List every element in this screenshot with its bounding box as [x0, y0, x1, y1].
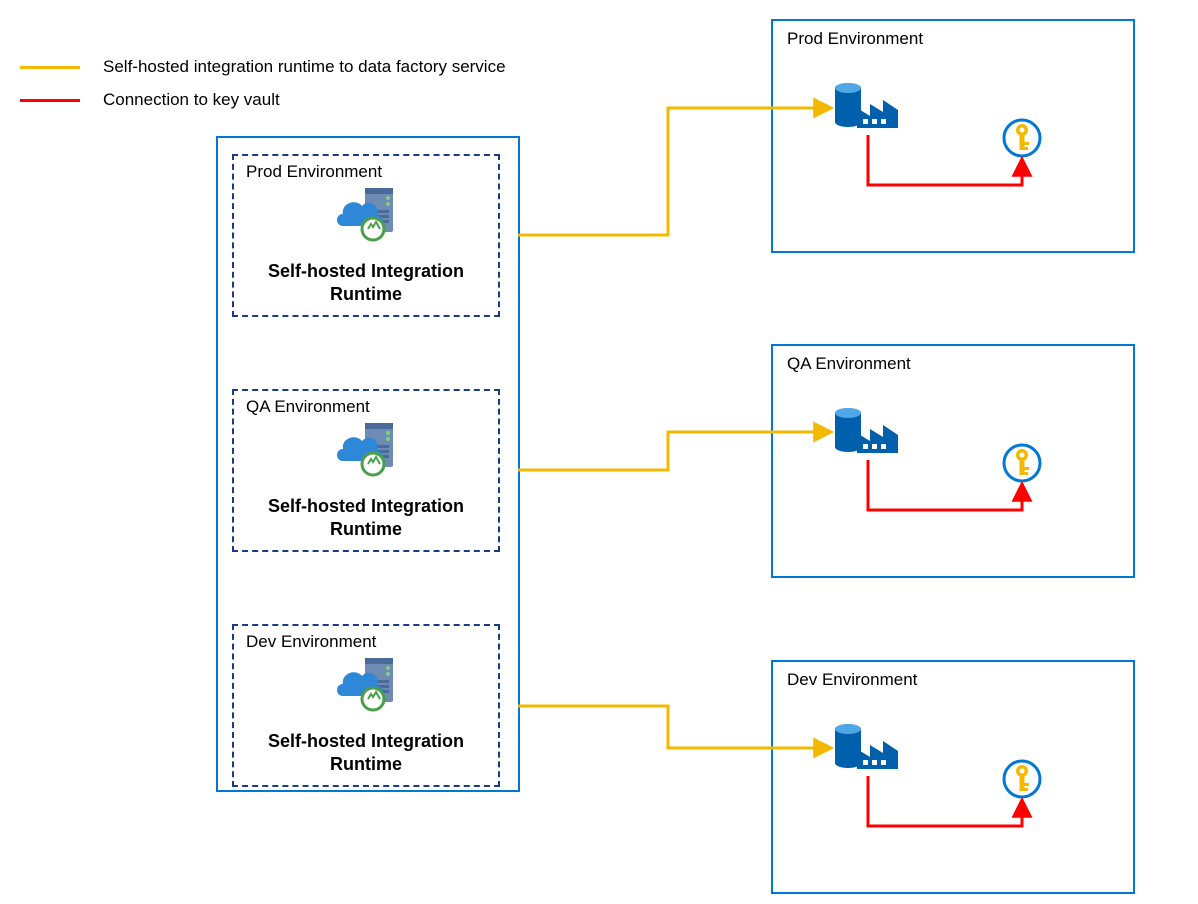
- key-vault-icon: [1002, 759, 1042, 799]
- data-factory-icon: [835, 405, 900, 460]
- env-box-qa: QA Environment: [771, 344, 1135, 578]
- data-factory-icon: [835, 80, 900, 135]
- key-vault-icon: [1002, 118, 1042, 158]
- runtime-label-prod: Self-hosted IntegrationRuntime: [260, 260, 472, 305]
- runtime-label-text: Self-hosted IntegrationRuntime: [268, 731, 464, 774]
- data-factory-icon: [835, 721, 900, 776]
- integration-runtime-icon: [335, 656, 402, 712]
- runtime-title-dev: Dev Environment: [246, 632, 376, 652]
- runtime-title-qa: QA Environment: [246, 397, 370, 417]
- env-title-qa: QA Environment: [787, 354, 911, 374]
- env-box-dev: Dev Environment: [771, 660, 1135, 894]
- runtime-label-dev: Self-hosted IntegrationRuntime: [260, 730, 472, 775]
- env-box-prod: Prod Environment: [771, 19, 1135, 253]
- env-title-dev: Dev Environment: [787, 670, 917, 690]
- integration-runtime-icon: [335, 421, 402, 477]
- legend-label-red: Connection to key vault: [103, 90, 280, 110]
- runtime-label-text: Self-hosted IntegrationRuntime: [268, 261, 464, 304]
- env-title-prod: Prod Environment: [787, 29, 923, 49]
- legend-line-red: [20, 99, 80, 102]
- legend-line-yellow: [20, 66, 80, 69]
- key-vault-icon: [1002, 443, 1042, 483]
- runtime-label-qa: Self-hosted IntegrationRuntime: [260, 495, 472, 540]
- legend-label-yellow: Self-hosted integration runtime to data …: [103, 57, 506, 77]
- runtime-title-prod: Prod Environment: [246, 162, 382, 182]
- integration-runtime-icon: [335, 186, 402, 242]
- runtime-label-text: Self-hosted IntegrationRuntime: [268, 496, 464, 539]
